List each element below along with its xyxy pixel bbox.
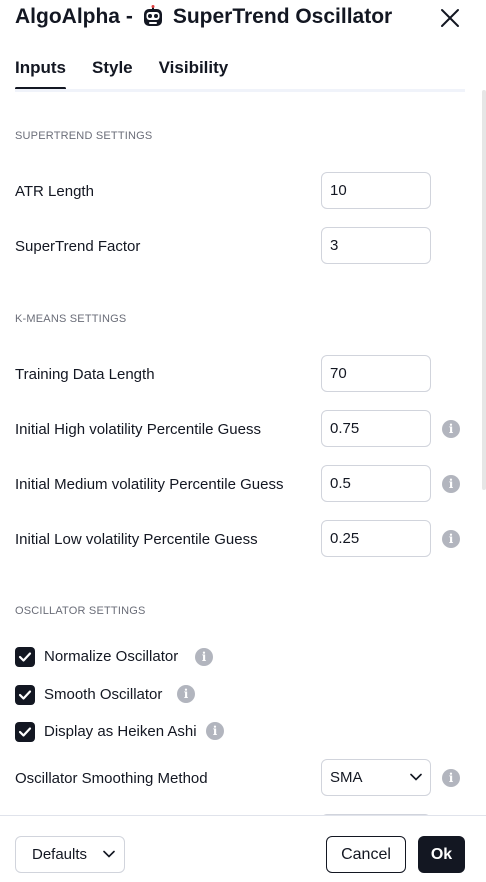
section-oscillator-heading: OSCILLATOR SETTINGS xyxy=(15,605,146,617)
high-vol-label: Initial High volatility Percentile Guess xyxy=(15,421,261,438)
checkmark-icon xyxy=(18,727,32,737)
smoothing-method-label: Oscillator Smoothing Method xyxy=(15,770,208,787)
checkmark-icon xyxy=(18,652,32,662)
smoothing-method-value: SMA xyxy=(330,769,363,786)
tab-visibility[interactable]: Visibility xyxy=(159,58,229,90)
dialog-header: AlgoAlpha - SuperTrend Oscillator xyxy=(0,0,486,40)
info-icon[interactable]: i xyxy=(195,648,213,666)
low-vol-label: Initial Low volatility Percentile Guess xyxy=(15,531,258,548)
atr-length-input[interactable]: 10 xyxy=(321,172,431,209)
robot-logo-icon xyxy=(141,5,165,29)
section-supertrend-heading: SUPERTREND SETTINGS xyxy=(15,130,153,142)
scrollbar[interactable] xyxy=(482,90,486,490)
medium-vol-input[interactable]: 0.5 xyxy=(321,465,431,502)
info-icon[interactable]: i xyxy=(442,420,460,438)
medium-vol-label: Initial Medium volatility Percentile Gue… xyxy=(15,476,284,493)
heiken-label: Display as Heiken Ashi xyxy=(44,723,197,740)
title-prefix: AlgoAlpha - xyxy=(15,5,133,28)
training-length-input[interactable]: 70 xyxy=(321,355,431,392)
normalize-checkbox[interactable] xyxy=(15,647,35,667)
chevron-down-icon xyxy=(410,773,422,781)
defaults-label: Defaults xyxy=(32,846,88,863)
info-icon[interactable]: i xyxy=(177,685,195,703)
cancel-button[interactable]: Cancel xyxy=(326,836,406,873)
close-icon[interactable] xyxy=(437,5,463,31)
supertrend-factor-input[interactable]: 3 xyxy=(321,227,431,264)
info-icon[interactable]: i xyxy=(442,530,460,548)
chevron-down-icon xyxy=(103,850,115,858)
smoothing-method-select[interactable]: SMA xyxy=(321,759,431,796)
high-vol-input[interactable]: 0.75 xyxy=(321,410,431,447)
normalize-label: Normalize Oscillator xyxy=(44,648,179,665)
low-vol-input[interactable]: 0.25 xyxy=(321,520,431,557)
tab-style[interactable]: Style xyxy=(92,58,133,90)
heiken-checkbox[interactable] xyxy=(15,722,35,742)
training-length-label: Training Data Length xyxy=(15,366,155,383)
smooth-checkbox[interactable] xyxy=(15,685,35,705)
supertrend-factor-label: SuperTrend Factor xyxy=(15,238,141,255)
dialog-footer: Defaults Cancel Ok xyxy=(0,815,486,882)
tab-inputs[interactable]: Inputs xyxy=(15,58,66,90)
section-kmeans-heading: K-MEANS SETTINGS xyxy=(15,313,127,325)
smooth-label: Smooth Oscillator xyxy=(44,686,163,703)
atr-length-label: ATR Length xyxy=(15,183,94,200)
defaults-button[interactable]: Defaults xyxy=(15,836,125,873)
ok-button[interactable]: Ok xyxy=(418,836,465,873)
info-icon[interactable]: i xyxy=(442,769,460,787)
tab-divider xyxy=(15,89,465,92)
tab-bar: Inputs Style Visibility xyxy=(15,58,254,90)
dialog-title: AlgoAlpha - SuperTrend Oscillator xyxy=(15,5,392,29)
title-main: SuperTrend Oscillator xyxy=(172,5,393,28)
info-icon[interactable]: i xyxy=(206,722,224,740)
info-icon[interactable]: i xyxy=(442,475,460,493)
checkmark-icon xyxy=(18,690,32,700)
